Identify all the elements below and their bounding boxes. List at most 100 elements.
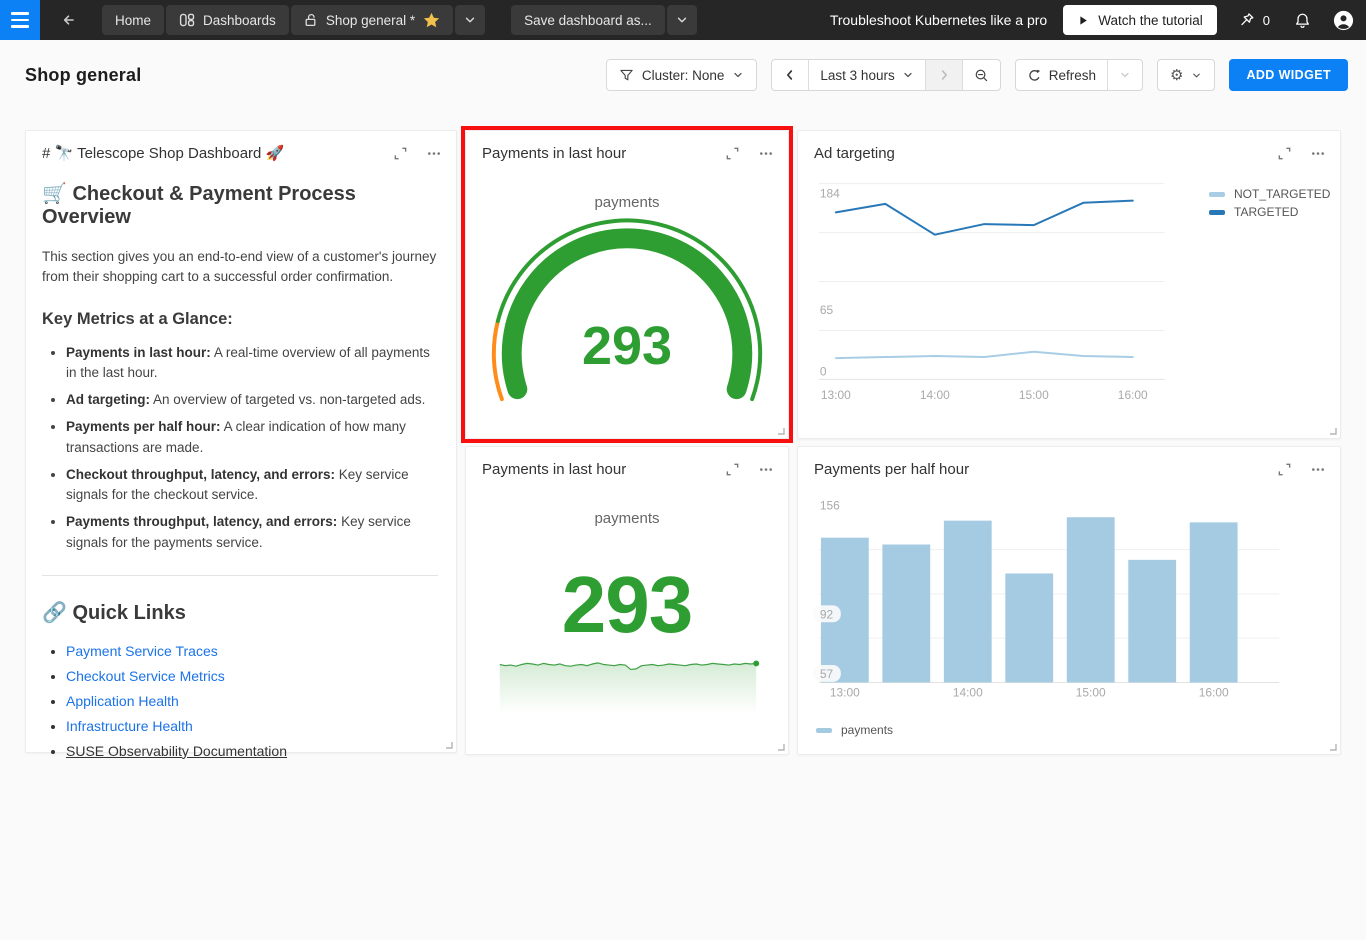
resize-handle-icon[interactable] bbox=[777, 427, 785, 435]
expand-widget-icon[interactable] bbox=[393, 146, 408, 161]
expand-widget-icon[interactable] bbox=[1277, 146, 1292, 161]
dashboards-icon bbox=[179, 13, 195, 27]
legend-swatch bbox=[1209, 191, 1225, 197]
expand-widget-icon[interactable] bbox=[725, 146, 740, 161]
refresh-icon bbox=[1028, 69, 1040, 81]
time-range-selector[interactable]: Last 3 hours bbox=[808, 60, 924, 90]
settings-button[interactable]: ⚙ bbox=[1156, 59, 1216, 91]
metric-item: Payments per half hour: A clear indicati… bbox=[66, 417, 438, 458]
expand-widget-icon[interactable] bbox=[725, 462, 740, 477]
widget-ad-targeting: Ad targeting 184 65 0 13:00 14:00 15:00 16:00 … bbox=[797, 130, 1341, 439]
header-controls: Cluster: None Last 3 hours Refresh ⚙ ADD… bbox=[605, 59, 1348, 91]
refresh-control: Refresh bbox=[1014, 59, 1143, 91]
widget-menu-icon[interactable] bbox=[758, 146, 774, 161]
zoom-out-icon bbox=[975, 69, 987, 81]
chevron-down-icon bbox=[734, 72, 743, 78]
legend-item-targeted[interactable]: TARGETED bbox=[1209, 203, 1330, 221]
svg-text:92: 92 bbox=[820, 607, 834, 621]
legend-item-payments[interactable]: payments bbox=[816, 721, 893, 739]
expand-widget-icon[interactable] bbox=[1277, 462, 1292, 477]
widget-menu-icon[interactable] bbox=[758, 462, 774, 477]
gauge-series-label: payments bbox=[594, 194, 660, 211]
tab-home[interactable]: Home bbox=[102, 5, 165, 35]
refresh-label: Refresh bbox=[1048, 67, 1096, 83]
svg-text:16:00: 16:00 bbox=[1118, 388, 1148, 402]
save-dashboard-label: Save dashboard as... bbox=[524, 12, 652, 28]
pin-icon bbox=[1241, 12, 1254, 25]
filter-icon bbox=[620, 69, 633, 80]
tab-options-chevron[interactable] bbox=[455, 5, 486, 35]
resize-handle-icon[interactable] bbox=[1329, 427, 1337, 435]
svg-text:13:00: 13:00 bbox=[821, 388, 851, 402]
ad-targeting-chart: 184 65 0 13:00 14:00 15:00 16:00 bbox=[818, 183, 1165, 402]
link-checkout-service-metrics[interactable]: Checkout Service Metrics bbox=[66, 668, 225, 684]
chevron-down-icon bbox=[1193, 73, 1201, 77]
resize-handle-icon[interactable] bbox=[445, 741, 453, 749]
bell-icon bbox=[1296, 13, 1309, 28]
svg-text:65: 65 bbox=[820, 303, 834, 317]
watch-tutorial-label: Watch the tutorial bbox=[1098, 12, 1203, 28]
widget-menu-icon[interactable] bbox=[1310, 146, 1326, 161]
widget-payments-gauge: Payments in last hour payments 293 bbox=[465, 130, 789, 439]
save-options-chevron[interactable] bbox=[666, 5, 697, 35]
menu-button[interactable] bbox=[0, 0, 40, 40]
tab-dashboards[interactable]: Dashboards bbox=[166, 5, 289, 35]
metric-series-label: payments bbox=[594, 510, 660, 527]
zoom-out-button[interactable] bbox=[961, 60, 1000, 90]
link-payment-service-traces[interactable]: Payment Service Traces bbox=[66, 643, 218, 659]
tab-current-dashboard[interactable]: Shop general * bbox=[290, 5, 454, 35]
chevron-right-icon bbox=[941, 70, 947, 80]
page-header: Shop general Cluster: None Last 3 hours bbox=[0, 40, 1366, 110]
legend-item-not-targeted[interactable]: NOT_TARGETED bbox=[1209, 185, 1330, 203]
metric-item: Ad targeting: An overview of targeted vs… bbox=[66, 390, 438, 410]
link-suse-observability-docs[interactable]: SUSE Observability Documentation bbox=[66, 743, 287, 759]
resize-handle-icon[interactable] bbox=[1329, 743, 1337, 751]
avatar-icon bbox=[1333, 10, 1354, 30]
svg-text:14:00: 14:00 bbox=[953, 685, 983, 699]
metric-value: 293 bbox=[561, 560, 693, 649]
menu-icon bbox=[11, 12, 29, 15]
widget-menu-icon[interactable] bbox=[426, 146, 442, 161]
metrics-list: Payments in last hour: A real-time overv… bbox=[42, 343, 438, 553]
chevron-down-icon bbox=[904, 72, 912, 78]
watch-tutorial-button[interactable]: Watch the tutorial bbox=[1063, 5, 1217, 35]
time-forward-button[interactable] bbox=[924, 60, 962, 90]
link-application-health[interactable]: Application Health bbox=[66, 693, 179, 709]
widget-title: # 🔭 Telescope Shop Dashboard 🚀 bbox=[42, 145, 285, 162]
pin-button[interactable]: 0 bbox=[1239, 12, 1270, 29]
tab-home-label: Home bbox=[115, 12, 152, 28]
gear-icon: ⚙ bbox=[1169, 66, 1184, 84]
cluster-filter-button[interactable]: Cluster: None bbox=[605, 59, 758, 91]
tab-dashboards-label: Dashboards bbox=[203, 12, 276, 28]
time-range-label: Last 3 hours bbox=[820, 67, 895, 83]
chevron-down-icon bbox=[1121, 72, 1129, 78]
link-infrastructure-health[interactable]: Infrastructure Health bbox=[66, 718, 193, 734]
refresh-options-chevron[interactable] bbox=[1106, 60, 1142, 90]
refresh-button[interactable]: Refresh bbox=[1016, 60, 1107, 90]
quick-links-list: Payment Service Traces Checkout Service … bbox=[42, 643, 438, 759]
chevron-down-icon bbox=[677, 17, 686, 23]
list-item: Infrastructure Health bbox=[66, 718, 438, 734]
pin-count: 0 bbox=[1262, 12, 1270, 28]
resize-handle-icon[interactable] bbox=[777, 743, 785, 751]
legend-swatch bbox=[816, 727, 832, 733]
widget-menu-icon[interactable] bbox=[1310, 462, 1326, 477]
chart-legend: NOT_TARGETED TARGETED bbox=[1209, 185, 1330, 221]
list-item: Payment Service Traces bbox=[66, 643, 438, 659]
notifications-button[interactable] bbox=[1294, 12, 1311, 29]
save-dashboard-button[interactable]: Save dashboard as... bbox=[511, 5, 665, 35]
markdown-body: 🛒 Checkout & Payment Process Overview Th… bbox=[26, 131, 456, 784]
add-widget-button[interactable]: ADD WIDGET bbox=[1229, 59, 1348, 91]
chevron-left-icon bbox=[787, 70, 793, 80]
time-back-button[interactable] bbox=[772, 60, 808, 90]
back-button[interactable] bbox=[56, 8, 80, 32]
markdown-heading: 🛒 Checkout & Payment Process Overview bbox=[42, 183, 356, 228]
cluster-filter-label: Cluster: None bbox=[641, 67, 725, 83]
arrow-left-icon bbox=[63, 15, 74, 25]
nav-tabs: Home Dashboards Shop general * bbox=[102, 5, 486, 35]
user-avatar[interactable] bbox=[1333, 10, 1354, 31]
star-icon[interactable] bbox=[423, 12, 440, 29]
metric-item: Payments throughput, latency, and errors… bbox=[66, 512, 438, 553]
play-icon bbox=[1080, 15, 1087, 25]
tab-current-dashboard-label: Shop general * bbox=[325, 12, 416, 28]
